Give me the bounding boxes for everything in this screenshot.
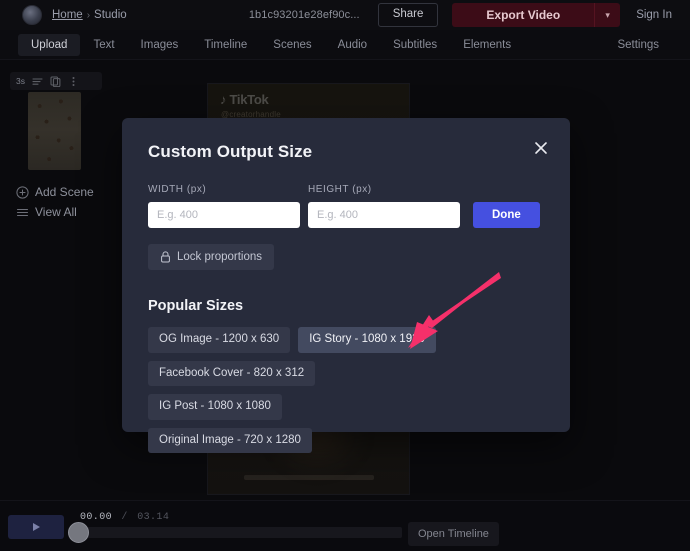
done-button[interactable]: Done <box>473 202 540 228</box>
sign-in-button[interactable]: Sign In <box>620 9 682 21</box>
more-icon[interactable] <box>65 72 83 90</box>
breadcrumb-separator: › <box>86 9 91 21</box>
breadcrumb: Home › Studio <box>52 9 127 21</box>
dialog-title: Custom Output Size <box>148 142 313 161</box>
tab-settings[interactable]: Settings <box>604 34 672 56</box>
preview-caption-bar <box>243 475 374 480</box>
player-bar: 00.00 / 03.14 Open Timeline <box>0 500 690 551</box>
list-icon[interactable] <box>29 72 47 90</box>
hamburger-icon <box>16 206 29 219</box>
project-id: 1b1c93201e28ef90c... <box>248 9 360 21</box>
tab-upload[interactable]: Upload <box>18 33 81 56</box>
view-all-label: View All <box>35 205 77 219</box>
breadcrumb-home[interactable]: Home <box>52 9 83 21</box>
play-icon <box>32 523 40 531</box>
tab-text[interactable]: Text <box>80 34 127 56</box>
width-label: WIDTH (px) <box>148 184 207 195</box>
tab-timeline[interactable]: Timeline <box>191 34 260 56</box>
nav-tabs: Upload Text Images Timeline Scenes Audio… <box>0 30 690 60</box>
avatar[interactable] <box>22 5 42 25</box>
popular-sizes-list: OG Image - 1200 x 630 IG Story - 1080 x … <box>148 327 438 453</box>
tab-subtitles[interactable]: Subtitles <box>380 34 450 56</box>
share-button[interactable]: Share <box>377 3 439 27</box>
preset-ig-story[interactable]: IG Story - 1080 x 1920 <box>298 327 436 353</box>
time-readout: 00.00 / 03.14 <box>80 512 169 523</box>
close-icon[interactable] <box>530 137 552 159</box>
export-dropdown-caret-icon[interactable]: ▾ <box>594 3 621 27</box>
preset-original-image[interactable]: Original Image - 720 x 1280 <box>148 427 312 453</box>
preset-facebook-cover[interactable]: Facebook Cover - 820 x 312 <box>148 360 316 386</box>
height-label: HEIGHT (px) <box>308 184 372 195</box>
open-timeline-button[interactable]: Open Timeline <box>408 522 499 546</box>
export-video-button[interactable]: Export Video <box>452 3 595 27</box>
scene-thumbnail[interactable] <box>28 92 81 170</box>
height-field-group: HEIGHT (px) <box>308 184 460 228</box>
width-input[interactable] <box>148 202 300 228</box>
custom-output-size-dialog: Custom Output Size WIDTH (px) HEIGHT (px… <box>122 118 570 453</box>
breadcrumb-current: Studio <box>94 9 127 21</box>
preset-og-image[interactable]: OG Image - 1200 x 630 <box>148 327 291 353</box>
popular-sizes-heading: Popular Sizes <box>148 298 244 314</box>
tiktok-watermark-label: TikTok <box>229 92 269 107</box>
tab-audio[interactable]: Audio <box>325 34 380 56</box>
add-scene-label: Add Scene <box>35 185 94 199</box>
total-time: 03.14 <box>137 512 170 523</box>
progress-track[interactable] <box>72 527 402 538</box>
preset-ig-post[interactable]: IG Post - 1080 x 1080 <box>148 394 282 420</box>
export-button-group: Export Video ▾ <box>452 3 621 27</box>
duplicate-icon[interactable] <box>47 72 65 90</box>
plus-circle-icon <box>16 185 29 199</box>
scene-toolbar: 3s <box>10 72 102 90</box>
width-field-group: WIDTH (px) <box>148 184 300 228</box>
top-bar: Home › Studio 1b1c93201e28ef90c... Share… <box>0 0 690 30</box>
tab-images[interactable]: Images <box>128 34 192 56</box>
lock-icon <box>160 251 171 263</box>
top-bar-right: 1b1c93201e28ef90c... Share Export Video … <box>249 0 682 30</box>
tab-elements[interactable]: Elements <box>450 34 524 56</box>
size-fields-row: WIDTH (px) HEIGHT (px) Done <box>148 184 544 228</box>
current-time: 00.00 <box>80 512 113 523</box>
play-button[interactable] <box>8 515 64 539</box>
lock-proportions-label: Lock proportions <box>177 251 263 263</box>
app-root: Home › Studio 1b1c93201e28ef90c... Share… <box>0 0 690 551</box>
scene-duration-badge: 3s <box>16 76 25 86</box>
lock-proportions-button[interactable]: Lock proportions <box>148 244 275 270</box>
height-input[interactable] <box>308 202 460 228</box>
tab-scenes[interactable]: Scenes <box>260 34 324 56</box>
music-note-icon: ♪ <box>220 92 227 107</box>
time-separator: / <box>121 512 128 523</box>
progress-handle[interactable] <box>68 522 89 543</box>
tiktok-watermark: ♪ TikTok <box>220 92 269 107</box>
scene-card: 3s <box>10 72 102 170</box>
